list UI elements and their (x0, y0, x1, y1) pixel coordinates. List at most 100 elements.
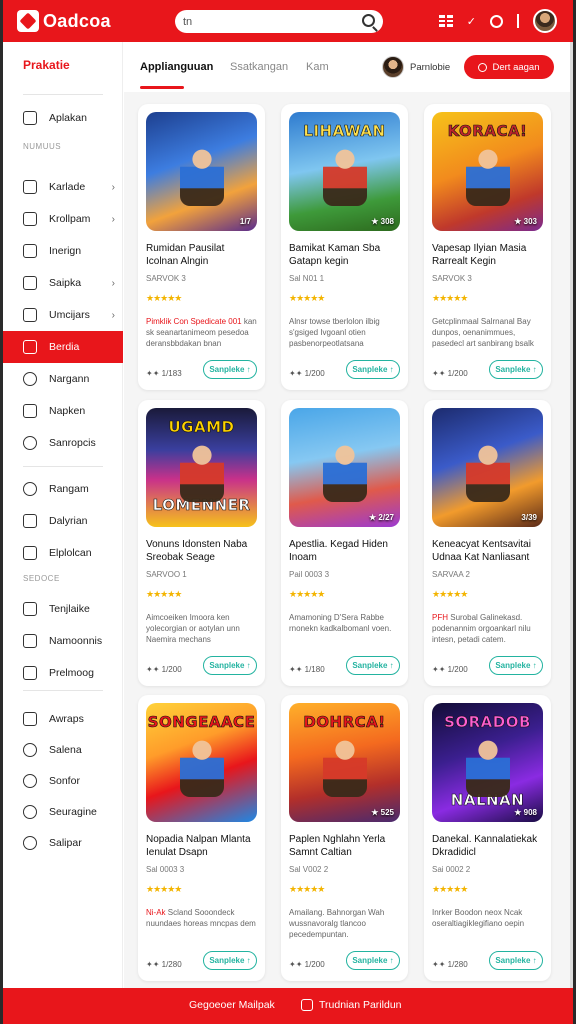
star-rating: ★★★★★ (146, 589, 182, 599)
card-title[interactable]: Vapesap Ilyian Masia Rarrealt Kegin (432, 242, 544, 268)
game-thumbnail[interactable]: SORADOB NALNAN ★ 908 (432, 703, 543, 822)
sidebar-item[interactable]: Inerign (3, 235, 123, 267)
thumbnail-character (466, 146, 510, 206)
card-description-text: Amailang. Bahnorgan Wah wussnavoralg tla… (289, 908, 385, 939)
app-logo[interactable]: Oadcoa (17, 10, 111, 32)
sample-button[interactable]: Sanpleke ↑ (489, 360, 543, 379)
sample-button[interactable]: Sanpleke ↑ (203, 360, 257, 379)
check-icon[interactable]: ✓ (467, 15, 476, 28)
sample-button[interactable]: Sanpleke ↑ (489, 951, 543, 970)
sidebar-item[interactable]: Krollpam › (3, 203, 123, 235)
card-meta: ✦✦ 1/200 (289, 960, 325, 969)
card-meta: ✦✦ 1/180 (289, 665, 325, 674)
card-meta: ✦✦ 1/200 (432, 369, 468, 378)
profile-chip[interactable]: Parnlobie (382, 56, 450, 78)
card-title[interactable]: Paplen Nghlahn Yerla Samnt Caltian (289, 833, 401, 859)
game-thumbnail[interactable]: KORACA! ★ 303 (432, 112, 543, 231)
sample-button[interactable]: Sanpleke ↑ (346, 360, 400, 379)
sidebar-item[interactable]: Seuragine (3, 796, 123, 828)
scrollbar[interactable] (570, 42, 573, 988)
card-title[interactable]: Vonuns Idonsten Naba Sreobak Seage (146, 538, 258, 564)
sample-button[interactable]: Sanpleke ↑ (489, 656, 543, 675)
sidebar-item[interactable]: Napken (3, 395, 123, 427)
sample-button[interactable]: Sanpleke ↑ (203, 951, 257, 970)
game-card[interactable]: SORADOB NALNAN ★ 908 Danekal. Kannalatiekak… (424, 695, 551, 981)
rating-badge: ★ 908 (514, 808, 537, 817)
game-thumbnail[interactable]: DOHRCA! ★ 525 (289, 703, 400, 822)
card-title[interactable]: Danekal. Kannalatiekak Dkradidicl (432, 833, 544, 859)
sidebar-item[interactable]: Umcijars › (3, 299, 123, 331)
game-thumbnail[interactable]: LIHAWAN ★ 308 (289, 112, 400, 231)
game-thumbnail[interactable]: ★ 2/27 (289, 408, 400, 527)
card-subtitle: SARVAA 2 (432, 570, 470, 579)
sidebar-item[interactable]: Awraps (3, 703, 123, 735)
game-card[interactable]: 1/7 Rumidan Pausilat Icolnan Alngin SARVOK… (138, 104, 265, 390)
card-title[interactable]: Rumidan Pausilat Icolnan Alngin (146, 242, 258, 268)
game-thumbnail[interactable]: 3/39 (432, 408, 543, 527)
bottom-right-link[interactable]: Trudnian Parildun (301, 999, 402, 1011)
game-card[interactable]: LIHAWAN ★ 308 Bamikat Kaman Sba Gatapn keg… (281, 104, 408, 390)
rating-badge: 1/7 (239, 217, 251, 226)
game-card[interactable]: UGAMD LOMENNER Vonuns Idonsten Naba Sreoba… (138, 400, 265, 686)
search-icon (23, 836, 37, 850)
sidebar-item[interactable]: Elplolcan (3, 537, 123, 569)
sidebar-item[interactable]: Namoonnis (3, 625, 123, 657)
sidebar-item[interactable]: Salipar (3, 827, 123, 859)
profile-avatar (382, 56, 404, 78)
sidebar-item[interactable]: Dalyrian (3, 505, 123, 537)
folder-icon (23, 634, 37, 648)
card-description-text: Amamoning D'Sera Rabbe rnonekn kadkalbom… (289, 613, 392, 633)
card-subtitle: SARVOK 3 (146, 274, 186, 283)
sidebar-item[interactable]: Sanropcis (3, 427, 123, 459)
sidebar-item[interactable]: Rangam (3, 473, 123, 505)
search-icon[interactable] (362, 14, 375, 27)
sidebar-divider (23, 94, 103, 95)
game-card[interactable]: SONGEAACE Nopadia Nalpan Mlanta Ienulat D… (138, 695, 265, 981)
game-card[interactable]: KORACA! ★ 303 Vapesap Ilyian Masia Rarreal… (424, 104, 551, 390)
card-description: Getcplinmaal Salrnanal Bay dunpos, oenan… (432, 316, 544, 349)
thumbnail-character (180, 146, 224, 206)
tab-kam[interactable]: Kam (306, 61, 329, 73)
menu-grid-icon[interactable] (438, 15, 453, 27)
thumbnail-title: UGAMD (168, 418, 235, 437)
sidebar-item-label: Umcijars (49, 309, 90, 321)
card-title[interactable]: Keneacyat Kentsavitai Udnaa Kat Nanliasa… (432, 538, 544, 564)
user-avatar[interactable] (533, 9, 557, 33)
sample-button[interactable]: Sanpleke ↑ (346, 951, 400, 970)
sidebar-divider (23, 690, 103, 691)
sidebar-item[interactable]: Nargann (3, 363, 123, 395)
card-subtitle: Pail 0003 3 (289, 570, 330, 579)
notification-icon[interactable] (490, 14, 503, 28)
search-bar[interactable] (175, 10, 383, 33)
sidebar-item[interactable]: Prelmoog (3, 657, 123, 689)
cta-button[interactable]: Dert aagan (464, 55, 554, 79)
game-thumbnail[interactable]: 1/7 (146, 112, 257, 231)
game-thumbnail[interactable]: UGAMD LOMENNER (146, 408, 257, 527)
tab-applianguuan[interactable]: Applianguuan (140, 61, 213, 73)
game-thumbnail[interactable]: SONGEAACE (146, 703, 257, 822)
sidebar-item[interactable]: Salena (3, 734, 123, 766)
sidebar-item[interactable]: Saipka › (3, 267, 123, 299)
game-card[interactable]: ★ 2/27 Apestlia. Kegad Hiden Inoam Pail 00… (281, 400, 408, 686)
rating-badge: ★ 303 (514, 217, 537, 226)
top-bar: Oadcoa ✓ (3, 0, 573, 42)
card-title[interactable]: Nopadia Nalpan Mlanta Ienulat Dsapn (146, 833, 258, 859)
sidebar-item-label: Elplolcan (49, 547, 92, 559)
sample-button[interactable]: Sanpleke ↑ (203, 656, 257, 675)
card-title[interactable]: Apestlia. Kegad Hiden Inoam (289, 538, 401, 564)
search-input[interactable] (183, 15, 353, 28)
bottom-left-link[interactable]: Gegoeoer Mailpak (189, 999, 275, 1011)
tab-ssatkangan[interactable]: Ssatkangan (230, 61, 288, 73)
card-highlight: Pimklik Con Spedicate 001 (146, 317, 242, 326)
sidebar-item[interactable]: Berdia (3, 331, 123, 363)
game-card[interactable]: 3/39 Keneacyat Kentsavitai Udnaa Kat Nanl… (424, 400, 551, 686)
sidebar-item[interactable]: Aplakan (3, 102, 123, 134)
card-description-text: Getcplinmaal Salrnanal Bay dunpos, oenan… (432, 317, 534, 348)
sidebar-item[interactable]: Karlade › (3, 171, 123, 203)
sidebar-item[interactable]: Tenjlaike (3, 593, 123, 625)
card-title[interactable]: Bamikat Kaman Sba Gatapn kegin (289, 242, 401, 268)
star-rating: ★★★★★ (432, 293, 468, 303)
game-card[interactable]: DOHRCA! ★ 525 Paplen Nghlahn Yerla Samnt C… (281, 695, 408, 981)
sidebar-item[interactable]: Sonfor (3, 765, 123, 797)
sample-button[interactable]: Sanpleke ↑ (346, 656, 400, 675)
